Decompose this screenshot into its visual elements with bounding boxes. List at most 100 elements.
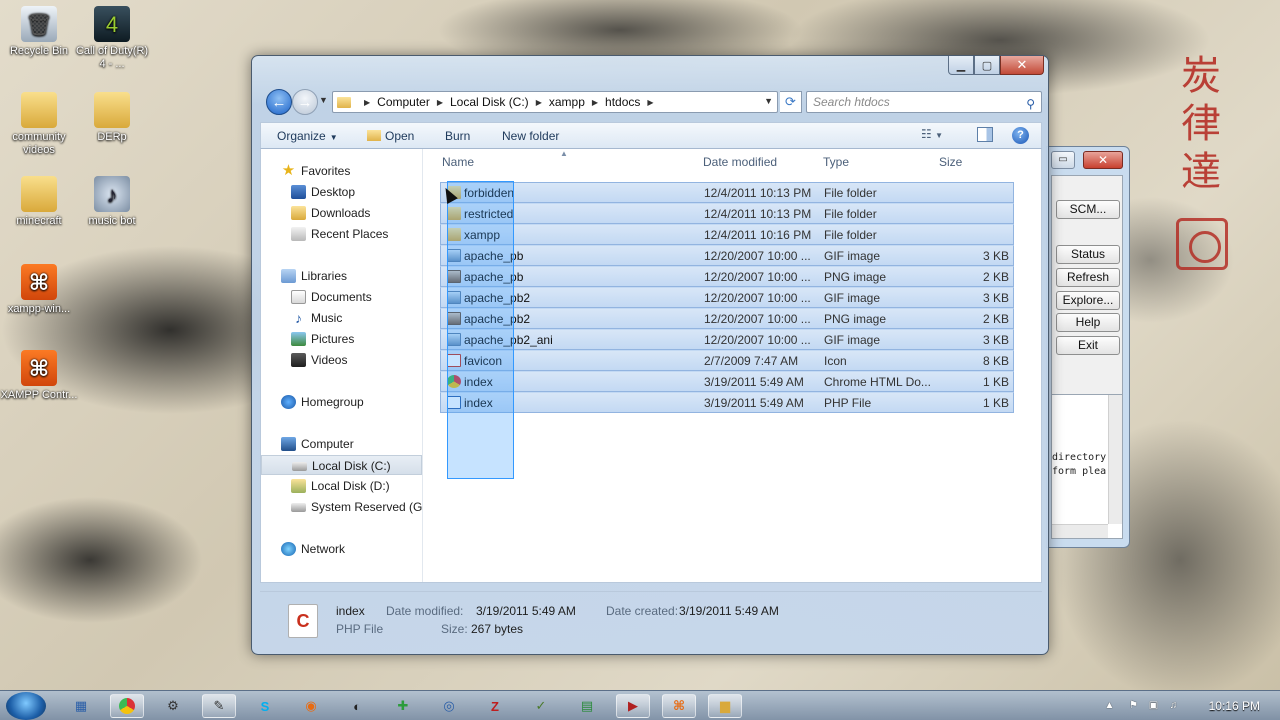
xampp-control-panel-window[interactable]: ▭ ✕ SCM... Status Refresh Explore... Hel… (1046, 146, 1130, 548)
taskbar-app-steam-icon[interactable]: ◐ (340, 694, 374, 718)
taskbar-app-notepad-icon[interactable]: ✎ (202, 694, 236, 718)
taskbar-app-network-icon[interactable]: ◎ (432, 694, 466, 718)
taskbar-app-skype-icon[interactable]: S (248, 694, 282, 718)
nav-desktop[interactable]: Desktop (261, 182, 422, 202)
close-icon[interactable]: ✕ (1000, 56, 1044, 75)
desktop-icon-xampp-control[interactable]: ⌘ XAMPP Contr... (0, 350, 78, 402)
show-hidden-icons-icon[interactable]: ▲ (1104, 700, 1115, 711)
file-row[interactable]: xampp 12/4/2011 10:16 PM File folder (440, 224, 1014, 245)
nav-videos[interactable]: Videos (261, 350, 422, 370)
file-row[interactable]: restricted 12/4/2011 10:13 PM File folder (440, 203, 1014, 224)
file-row[interactable]: apache_pb2 12/20/2007 10:00 ... GIF image 3… (440, 287, 1014, 308)
scm-button[interactable]: SCM... (1056, 200, 1120, 219)
desktop-icon-derp[interactable]: DERp (73, 92, 151, 144)
xampp-log-output[interactable]: directory form plea (1052, 394, 1122, 538)
forward-arrow-icon[interactable]: → (292, 89, 318, 115)
taskbar-app-chrome-icon[interactable] (110, 694, 144, 718)
nav-music[interactable]: ♪ Music (261, 308, 422, 328)
taskbar-app-settings-icon[interactable]: ⚙ (156, 694, 190, 718)
file-row[interactable]: apache_pb 12/20/2007 10:00 ... GIF image 3 … (440, 245, 1014, 266)
desktop-icon-call-of-duty[interactable]: 4 Call of Duty(R) 4 - ... (73, 6, 151, 71)
volume-icon[interactable]: ♫ (1168, 700, 1179, 711)
taskbar-app-filezilla-icon[interactable]: Z (478, 694, 512, 718)
file-row[interactable]: index 3/19/2011 5:49 AM Chrome HTML Do... 1… (440, 371, 1014, 392)
refresh-icon[interactable]: ⟳ (780, 91, 802, 113)
taskbar-app-spreadsheet-icon[interactable]: ✚ (386, 694, 420, 718)
clock[interactable]: 10:16 PM (1209, 699, 1260, 713)
column-header-name[interactable]: Name (442, 155, 474, 169)
file-row[interactable]: forbidden 12/4/2011 10:13 PM File folder (440, 182, 1014, 203)
search-input[interactable]: Search htdocs ⚲ (806, 91, 1042, 113)
chevron-right-icon[interactable]: ▶ (647, 98, 653, 107)
status-button[interactable]: Status (1056, 245, 1120, 264)
back-arrow-icon[interactable]: ← (266, 89, 292, 115)
explore-button[interactable]: Explore... (1056, 291, 1120, 310)
nav-network[interactable]: Network (261, 539, 422, 559)
nav-pictures[interactable]: Pictures (261, 329, 422, 349)
taskbar-app-flash-icon[interactable]: ▶ (616, 694, 650, 718)
desktop-icon-recycle-bin[interactable]: 🗑 Recycle Bin (0, 6, 78, 58)
column-header-date-modified[interactable]: Date modified (703, 155, 777, 169)
nav-homegroup[interactable]: Homegroup (261, 392, 422, 412)
file-row[interactable]: index 3/19/2011 5:49 AM PHP File 1 KB (440, 392, 1014, 413)
file-row[interactable]: apache_pb2 12/20/2007 10:00 ... PNG image 2… (440, 308, 1014, 329)
network-icon[interactable]: ▣ (1148, 700, 1159, 711)
desktop-icon-xampp-win[interactable]: ⌘ xampp-win... (0, 264, 78, 316)
chevron-right-icon[interactable]: ▶ (536, 98, 542, 107)
refresh-button[interactable]: Refresh (1056, 268, 1120, 287)
vertical-scrollbar[interactable] (1108, 395, 1122, 524)
breadcrumb-computer[interactable]: Computer (377, 95, 430, 109)
minimize-icon[interactable]: ▁ (948, 56, 974, 75)
help-icon[interactable]: ? (1012, 127, 1029, 144)
flag-icon[interactable]: ⚑ (1128, 700, 1139, 711)
column-header-size[interactable]: Size (939, 155, 962, 169)
help-button[interactable]: Help (1056, 313, 1120, 332)
burn-button[interactable]: Burn (445, 129, 470, 143)
organize-button[interactable]: Organize ▼ (277, 129, 338, 143)
chevron-right-icon[interactable]: ▶ (437, 98, 443, 107)
maximize-icon[interactable]: ▢ (974, 56, 1000, 75)
file-list[interactable]: Name ▲ Date modified Type Size forbidden… (424, 149, 1041, 582)
chevron-right-icon[interactable]: ▶ (364, 98, 370, 107)
new-folder-button[interactable]: New folder (502, 129, 559, 143)
taskbar-app-explorer-icon[interactable]: ▦ (64, 694, 98, 718)
nav-recent-places[interactable]: Recent Places (261, 224, 422, 244)
nav-favorites[interactable]: ★ Favorites (261, 161, 422, 181)
desktop-icon-minecraft[interactable]: minecraft (0, 176, 78, 228)
explorer-window[interactable]: ▁ ▢ ✕ ← → ▼ ▶ Computer ▶ Local Disk (C:)… (251, 55, 1049, 655)
exit-button[interactable]: Exit (1056, 336, 1120, 355)
breadcrumb-xampp[interactable]: xampp (549, 95, 585, 109)
nav-local-disk-d[interactable]: Local Disk (D:) (261, 476, 422, 496)
search-icon[interactable]: ⚲ (1026, 94, 1035, 114)
horizontal-scrollbar[interactable] (1052, 524, 1108, 538)
address-dropdown-icon[interactable]: ▼ (764, 96, 773, 106)
taskbar-app-folder-icon[interactable]: ▆ (708, 694, 742, 718)
breadcrumb-local-disk-c[interactable]: Local Disk (C:) (450, 95, 529, 109)
taskbar-app-editor-icon[interactable]: ✓ (524, 694, 558, 718)
start-button[interactable] (6, 692, 46, 720)
desktop-icon-community-videos[interactable]: community videos (0, 92, 78, 157)
nav-libraries[interactable]: Libraries (261, 266, 422, 286)
nav-documents[interactable]: Documents (261, 287, 422, 307)
nav-local-disk-c[interactable]: Local Disk (C:) (261, 455, 422, 475)
nav-downloads[interactable]: Downloads (261, 203, 422, 223)
file-row[interactable]: favicon 2/7/2009 7:47 AM Icon 8 KB (440, 350, 1014, 371)
column-header-type[interactable]: Type (823, 155, 849, 169)
recent-pages-chevron-icon[interactable]: ▼ (319, 95, 328, 105)
close-icon[interactable]: ✕ (1083, 151, 1123, 169)
nav-system-reserved[interactable]: System Reserved (G:) (261, 497, 422, 517)
file-row[interactable]: apache_pb 12/20/2007 10:00 ... PNG image 2 … (440, 266, 1014, 287)
navigation-pane[interactable]: ★ Favorites Desktop Downloads Recent Plac… (261, 149, 423, 582)
file-row[interactable]: apache_pb2_ani 12/20/2007 10:00 ... GIF im… (440, 329, 1014, 350)
nav-computer[interactable]: Computer (261, 434, 422, 454)
taskbar-app-media-icon[interactable]: ◉ (294, 694, 328, 718)
change-view-icon[interactable]: ☷ ▼ (921, 127, 943, 141)
preview-pane-icon[interactable] (977, 127, 993, 142)
address-bar[interactable]: ▶ Computer ▶ Local Disk (C:) ▶ xampp ▶ h… (332, 91, 778, 113)
restore-icon[interactable]: ▭ (1051, 151, 1075, 169)
open-button[interactable]: Open (367, 129, 414, 143)
taskbar-app-notepadpp-icon[interactable]: ▤ (570, 694, 604, 718)
chevron-right-icon[interactable]: ▶ (592, 98, 598, 107)
chevron-down-icon[interactable]: ▼ (935, 131, 943, 140)
breadcrumb-htdocs[interactable]: htdocs (605, 95, 640, 109)
